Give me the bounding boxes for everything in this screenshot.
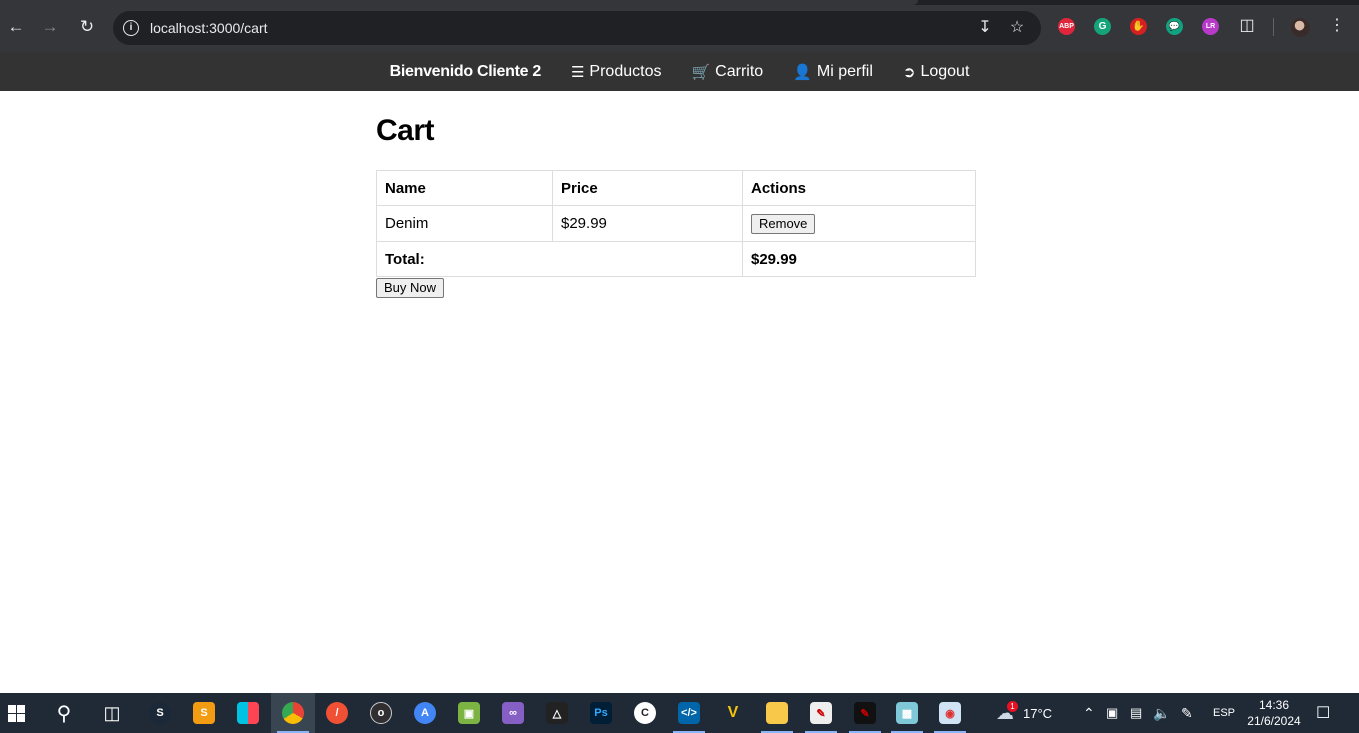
address-url[interactable]: localhost:3000/cart xyxy=(150,20,268,37)
install-app-icon[interactable]: ↧ xyxy=(975,18,995,38)
chat-extension-icon[interactable]: 💬 xyxy=(1166,18,1183,35)
item-price: $29.99 xyxy=(552,205,743,242)
browser-toolbar: ← → ↻ i localhost:3000/cart ↧ ☆ ABP G ✋ … xyxy=(0,0,1359,52)
obs-icon[interactable]: o xyxy=(359,693,403,733)
meet-now-icon[interactable]: ▣ xyxy=(1106,693,1118,733)
cart-table: Name Price Actions Denim $29.99 Remove T… xyxy=(376,170,976,277)
weather-temp: 17°C xyxy=(1023,705,1053,721)
table-row: Denim $29.99 Remove xyxy=(376,205,976,242)
total-row: Total: $29.99 xyxy=(376,241,976,277)
sublime-icon[interactable]: S xyxy=(182,693,226,733)
vegas-icon[interactable]: V xyxy=(711,693,755,733)
toolbar-divider xyxy=(1273,18,1274,36)
windows-taskbar: ⚲ ◫ S S / o A ▣ ∞ △ Ps C </> V ✎ ✎ ▩ ◉ ☁… xyxy=(0,693,1359,733)
show-hidden-icons-icon[interactable]: ⌃ xyxy=(1083,693,1095,733)
forward-icon[interactable]: → xyxy=(39,16,61,38)
app-navbar: Bienvenido Cliente 2 ☰ Productos 🛒 Carri… xyxy=(0,52,1359,91)
photoshop-icon[interactable]: Ps xyxy=(579,693,623,733)
bookmark-star-icon[interactable]: ☆ xyxy=(1007,18,1027,38)
android-studio-icon[interactable]: A xyxy=(403,693,447,733)
clock-time: 14:36 xyxy=(1258,698,1290,712)
visual-studio-icon[interactable]: ∞ xyxy=(491,693,535,733)
app-icon-1[interactable]: ✎ xyxy=(799,693,843,733)
app-icon-2[interactable]: ✎ xyxy=(843,693,887,733)
search-icon[interactable]: ⚲ xyxy=(42,693,86,733)
adblock-icon[interactable]: ABP xyxy=(1058,18,1075,35)
item-name: Denim xyxy=(376,205,553,242)
total-value: $29.99 xyxy=(742,241,976,277)
vscode-icon[interactable]: </> xyxy=(667,693,711,733)
weather-badge: 1 xyxy=(1007,700,1018,712)
steam-icon[interactable]: S xyxy=(138,693,182,733)
nav-carrito-label: Carrito xyxy=(715,62,764,80)
user-icon: 👤 xyxy=(793,63,812,81)
cart-icon: 🛒 xyxy=(691,63,711,81)
chrome-icon[interactable] xyxy=(271,693,315,733)
table-header-row: Name Price Actions xyxy=(376,170,976,206)
clock-date: 21/6/2024 xyxy=(1247,714,1301,728)
list-icon: ☰ xyxy=(570,63,585,81)
cloud-icon: ☁ 1 xyxy=(996,700,1018,724)
browser-menu-icon[interactable]: ⋮ xyxy=(1327,16,1347,36)
clip-studio-icon[interactable]: C xyxy=(623,693,667,733)
logout-icon: ➲ xyxy=(902,63,916,81)
taskbar-clock[interactable]: 14:36 21/6/2024 xyxy=(1244,697,1304,729)
task-view-icon[interactable]: ◫ xyxy=(90,693,134,733)
nav-mi-perfil-label: Mi perfil xyxy=(816,62,873,80)
git-icon[interactable]: / xyxy=(315,693,359,733)
hand-extension-icon[interactable]: ✋ xyxy=(1130,18,1147,35)
tab-strip xyxy=(0,0,1359,5)
buy-now-button[interactable]: Buy Now xyxy=(376,278,445,298)
language-indicator[interactable]: ESP xyxy=(1213,693,1235,733)
volume-icon[interactable]: 🔈 xyxy=(1153,693,1170,733)
column-header-name: Name xyxy=(376,170,553,206)
column-header-actions: Actions xyxy=(742,170,976,206)
nav-logout[interactable]: ➲ Logout xyxy=(903,63,970,81)
reload-icon[interactable]: ↻ xyxy=(76,16,98,38)
unity-icon[interactable]: △ xyxy=(535,693,579,733)
extensions-puzzle-icon[interactable]: ◫ xyxy=(1237,16,1257,36)
nav-productos-label: Productos xyxy=(589,62,662,80)
box-3d-icon[interactable]: ▣ xyxy=(447,693,491,733)
network-icon[interactable]: ▤ xyxy=(1130,693,1142,733)
site-info-icon[interactable]: i xyxy=(123,20,139,36)
page-title: Cart xyxy=(376,114,435,147)
cart-page: Cart Name Price Actions Denim $29.99 Rem… xyxy=(376,91,976,298)
brand-welcome[interactable]: Bienvenido Cliente 2 xyxy=(390,63,542,81)
weather-widget[interactable]: ☁ 1 17°C xyxy=(996,693,1052,733)
nav-carrito[interactable]: 🛒 Carrito xyxy=(691,63,763,81)
back-icon[interactable]: ← xyxy=(5,16,27,38)
profile-avatar[interactable] xyxy=(1291,18,1310,37)
column-header-price: Price xyxy=(552,170,743,206)
nav-productos[interactable]: ☰ Productos xyxy=(571,63,662,81)
item-actions: Remove xyxy=(742,205,976,242)
file-explorer-icon[interactable] xyxy=(755,693,799,733)
total-label: Total: xyxy=(376,241,743,277)
address-bar[interactable]: i localhost:3000/cart ↧ ☆ xyxy=(113,11,1041,45)
paint-icon[interactable]: ◉ xyxy=(928,693,972,733)
switch-icon[interactable] xyxy=(226,693,270,733)
grammarly-icon[interactable]: G xyxy=(1094,18,1111,35)
language-reactor-icon[interactable]: LR xyxy=(1202,18,1219,35)
remove-button[interactable]: Remove xyxy=(751,213,816,234)
notifications-icon[interactable]: ☐ xyxy=(1316,693,1330,733)
nav-mi-perfil[interactable]: 👤 Mi perfil xyxy=(793,63,873,81)
nav-logout-label: Logout xyxy=(920,62,970,80)
pen-icon[interactable]: ✎ xyxy=(1181,693,1193,733)
start-icon[interactable] xyxy=(0,693,38,733)
app-icon-3[interactable]: ▩ xyxy=(885,693,929,733)
